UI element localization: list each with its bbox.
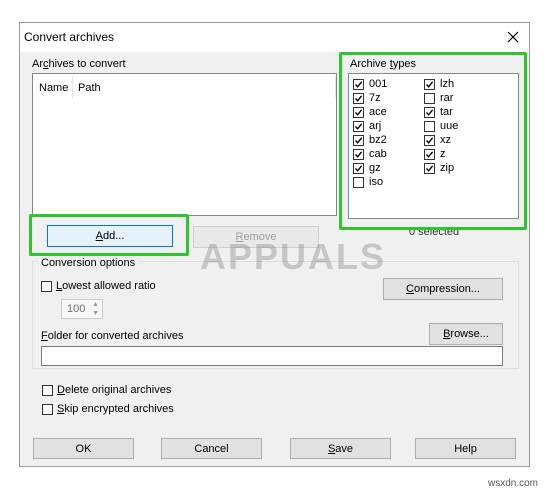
ratio-value: 100 [67, 303, 86, 315]
ratio-spinner[interactable]: 100 ▲ ▼ [61, 299, 103, 319]
close-button[interactable] [501, 26, 525, 48]
compression-button[interactable]: Compression... [383, 278, 503, 300]
ok-button[interactable]: OK [33, 438, 134, 459]
archives-to-convert-label: Archives to convert [32, 58, 126, 70]
folder-label: Folder for converted archives [41, 330, 184, 342]
folder-input[interactable] [41, 346, 503, 366]
browse-button[interactable]: Browse... [429, 323, 503, 345]
close-icon [507, 31, 519, 43]
help-button[interactable]: Help [415, 438, 516, 459]
skip-encrypted-checkbox[interactable] [42, 404, 53, 415]
highlight-archive-types [339, 52, 527, 230]
highlight-add-button [29, 214, 189, 256]
appuals-watermark: APPUALS [200, 236, 387, 277]
save-button[interactable]: Save [290, 438, 391, 459]
column-name[interactable]: Name [39, 82, 68, 94]
delete-original-checkbox[interactable] [42, 385, 53, 396]
spinner-arrows-icon[interactable]: ▲ ▼ [92, 300, 99, 318]
list-header: Name Path [33, 74, 336, 100]
conversion-options-label: Conversion options [38, 257, 139, 269]
title-bar[interactable]: Convert archives [20, 23, 529, 52]
lowest-ratio-checkbox[interactable] [41, 281, 52, 292]
delete-original-label: Delete original archives [57, 384, 172, 396]
column-divider [72, 76, 73, 98]
archives-list[interactable]: Name Path [32, 73, 337, 216]
column-path[interactable]: Path [78, 82, 101, 94]
column-divider [335, 76, 336, 98]
skip-encrypted-label: Skip encrypted archives [57, 403, 174, 415]
window-title: Convert archives [24, 30, 115, 44]
site-watermark: wsxdn.com [488, 478, 539, 489]
cancel-button[interactable]: Cancel [161, 438, 262, 459]
lowest-ratio-label: Lowest allowed ratio [56, 280, 156, 292]
